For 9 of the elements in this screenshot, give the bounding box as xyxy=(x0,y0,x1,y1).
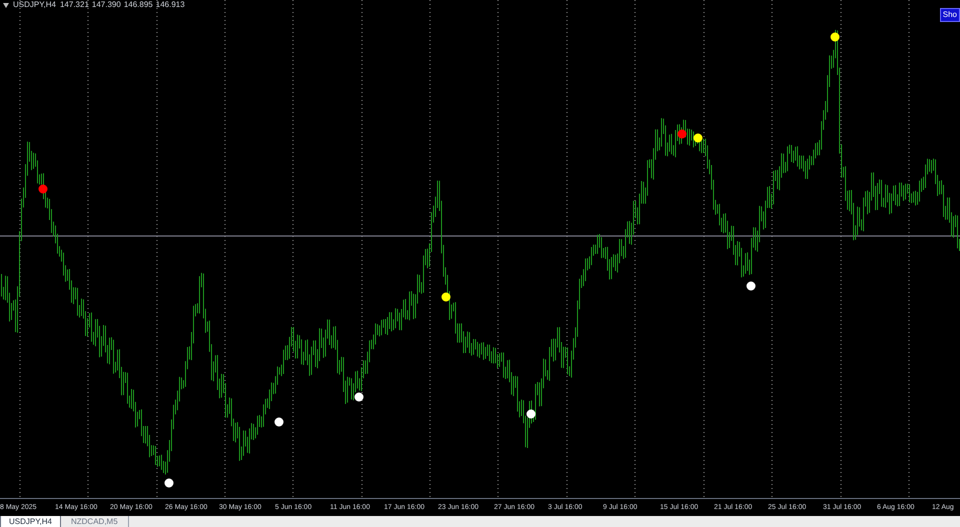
show-button[interactable]: Sho xyxy=(940,8,960,22)
chart-tab[interactable]: NZDCAD,M5 xyxy=(60,516,129,527)
price-value: 147.390 xyxy=(92,1,121,9)
price-value: 146.895 xyxy=(124,1,153,9)
dropdown-arrow-icon[interactable] xyxy=(3,2,9,8)
price-value: 147.321 xyxy=(60,1,89,9)
symbol-label: USDJPY,H4 xyxy=(13,1,56,9)
chart-tab[interactable]: USDJPY,H4 xyxy=(0,516,61,527)
price-value: 146.913 xyxy=(156,1,185,9)
